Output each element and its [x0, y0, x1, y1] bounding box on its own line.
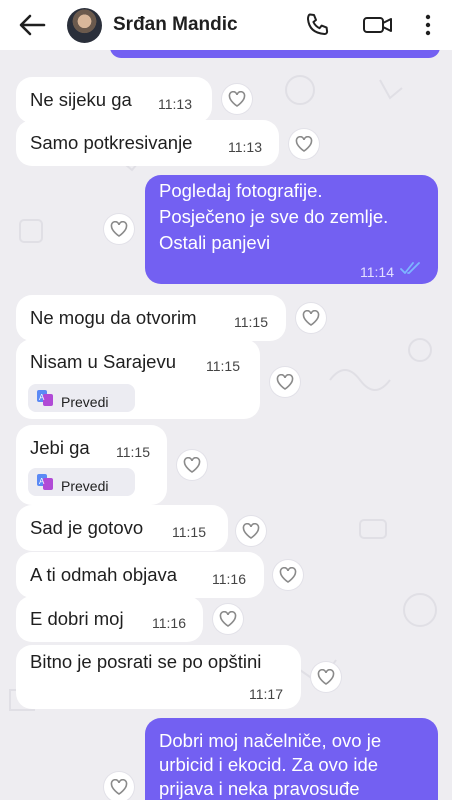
- like-button[interactable]: [289, 129, 319, 159]
- message-line: prijava i neka pravosuđe: [159, 778, 360, 799]
- translate-icon: A: [37, 474, 53, 490]
- heart-icon: [276, 374, 294, 390]
- translate-label: Prevedi: [61, 394, 109, 410]
- message-text: Jebi ga: [30, 437, 90, 458]
- message-time: 11:15: [234, 314, 268, 330]
- message-bubble[interactable]: Samo potkresivanje 11:13: [16, 120, 279, 166]
- heart-icon: [110, 221, 128, 237]
- like-button[interactable]: [296, 303, 326, 333]
- message-bubble[interactable]: Nisam u Sarajevu 11:15 A Prevedi: [16, 339, 260, 419]
- message-bubble[interactable]: Sad je gotovo 11:15: [16, 505, 228, 551]
- message-text: Nisam u Sarajevu: [30, 351, 177, 372]
- like-button[interactable]: [222, 84, 252, 114]
- message-bubble[interactable]: A ti odmah objava 11:16: [16, 552, 264, 598]
- message-list[interactable]: Ne sijeku ga 11:13 Samo potkresivanje 11…: [0, 50, 452, 800]
- previous-message-bubble[interactable]: [110, 50, 440, 58]
- message-text: A ti odmah objava: [30, 564, 178, 585]
- contact-name[interactable]: Srđan Mandic: [113, 14, 238, 36]
- message-text: Sad je gotovo: [30, 517, 144, 538]
- like-button[interactable]: [311, 662, 341, 692]
- message-bubble[interactable]: E dobri moj 11:16: [16, 596, 203, 642]
- message-text: Ne mogu da otvorim: [30, 307, 197, 328]
- translate-button[interactable]: A Prevedi: [28, 384, 135, 412]
- message-line: Posječeno je sve do zemlje.: [159, 206, 389, 227]
- heart-icon: [317, 669, 335, 685]
- svg-text:A: A: [39, 477, 45, 486]
- message-text: E dobri moj: [30, 608, 124, 629]
- like-button[interactable]: [236, 516, 266, 546]
- heart-icon: [228, 91, 246, 107]
- message-line: Dobri moj načelniče, ovo je: [159, 730, 382, 751]
- message-bubble[interactable]: Dobri moj načelniče, ovo je urbicid i ek…: [145, 718, 438, 800]
- message-bubble[interactable]: Jebi ga 11:15 A Prevedi: [16, 425, 167, 505]
- message-bubble[interactable]: Ne sijeku ga 11:13: [16, 77, 212, 123]
- like-button[interactable]: [177, 450, 207, 480]
- like-button[interactable]: [273, 560, 303, 590]
- message-bubble[interactable]: Pogledaj fotografije. Posječeno je sve d…: [145, 175, 438, 284]
- message-text: Bitno je posrati se po opštini: [30, 651, 262, 672]
- svg-text:A: A: [39, 393, 45, 402]
- heart-icon: [110, 779, 128, 795]
- translate-label: Prevedi: [61, 478, 109, 494]
- more-options-icon[interactable]: [420, 11, 436, 39]
- message-time: 11:15: [172, 524, 206, 540]
- heart-icon: [219, 611, 237, 627]
- message-time: 11:13: [228, 139, 262, 155]
- message-time: 11:13: [158, 96, 192, 112]
- heart-icon: [279, 567, 297, 583]
- message-bubble[interactable]: Ne mogu da otvorim 11:15: [16, 295, 286, 341]
- message-time: 11:14: [360, 264, 394, 280]
- read-receipt-icon: [400, 262, 420, 274]
- message-time: 11:16: [212, 571, 246, 587]
- message-line: Ostali panjevi: [159, 232, 271, 253]
- message-time: 11:15: [206, 358, 240, 374]
- chat-header: Srđan Mandic: [0, 0, 452, 50]
- like-button[interactable]: [104, 214, 134, 244]
- message-text: Ne sijeku ga: [30, 89, 132, 110]
- translate-icon: A: [37, 390, 53, 406]
- heart-icon: [295, 136, 313, 152]
- message-bubble[interactable]: Bitno je posrati se po opštini 11:17: [16, 645, 301, 709]
- message-time: 11:17: [249, 686, 283, 702]
- video-call-icon[interactable]: [362, 11, 394, 39]
- heart-icon: [242, 523, 260, 539]
- phone-icon[interactable]: [303, 11, 331, 39]
- message-line: Pogledaj fotografije.: [159, 180, 323, 201]
- heart-icon: [183, 457, 201, 473]
- heart-icon: [302, 310, 320, 326]
- translate-button[interactable]: A Prevedi: [28, 468, 135, 496]
- like-button[interactable]: [104, 772, 134, 800]
- like-button[interactable]: [213, 604, 243, 634]
- like-button[interactable]: [270, 367, 300, 397]
- back-arrow-icon[interactable]: [18, 12, 46, 38]
- contact-avatar[interactable]: [67, 8, 102, 43]
- message-line: urbicid i ekocid. Za ovo ide: [159, 754, 379, 775]
- message-time: 11:16: [152, 615, 186, 631]
- message-text: Samo potkresivanje: [30, 132, 193, 153]
- message-time: 11:15: [116, 444, 150, 460]
